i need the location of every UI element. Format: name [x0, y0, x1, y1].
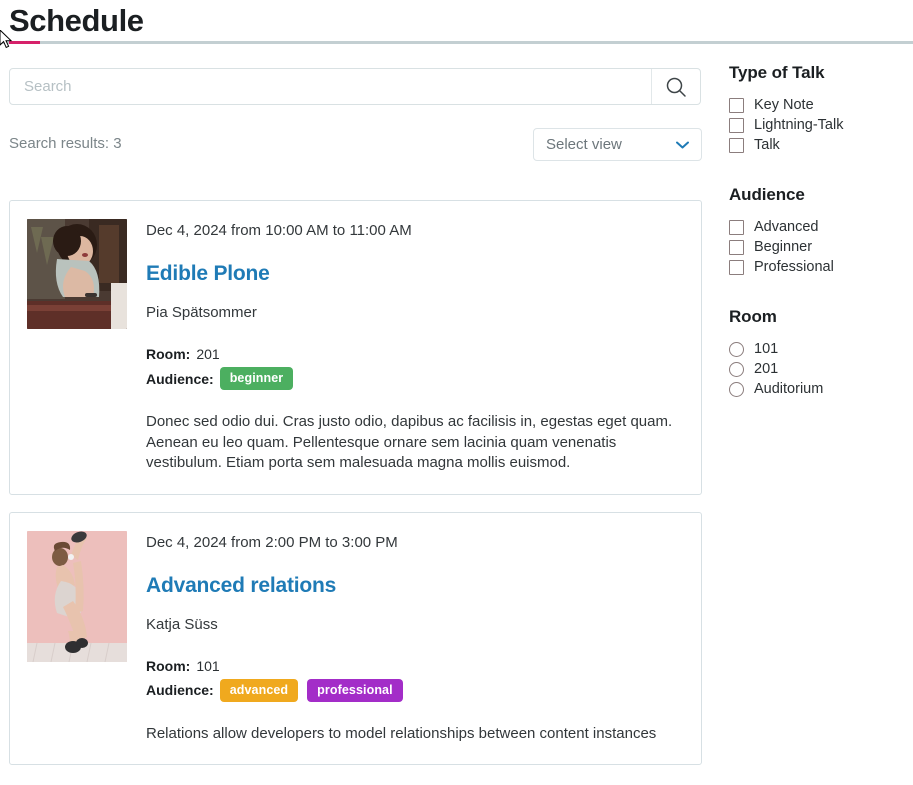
checkbox-icon[interactable] [729, 239, 744, 255]
audience-badge: professional [307, 678, 403, 702]
schedule-page: Schedule Search results: 3 Select view [0, 0, 913, 785]
filter-option-talk[interactable]: Talk [729, 135, 905, 155]
filter-heading: Audience [729, 185, 805, 204]
filter-group-room: Room 101 201 Auditorium [729, 306, 905, 399]
talk-speaker: Pia Spätsommer [146, 304, 257, 321]
dancer-image [27, 530, 127, 662]
search-bar[interactable] [9, 68, 701, 105]
search-button[interactable] [651, 69, 700, 104]
filter-option-beginner[interactable]: Beginner [729, 237, 905, 257]
audience-badge: beginner [219, 367, 294, 390]
header-divider [0, 41, 913, 44]
filter-option-advanced[interactable]: Advanced [729, 217, 905, 237]
radio-icon[interactable] [729, 341, 744, 357]
filter-option-room-201[interactable]: 201 [729, 359, 905, 379]
filter-option-label: Advanced [754, 219, 819, 235]
filter-option-label: Lightning-Talk [754, 117, 844, 133]
select-view-label: Select view [546, 136, 622, 153]
talk-details: Dec 4, 2024 from 10:00 AM to 11:00 AM Ed… [146, 219, 684, 474]
room-label: Room: [146, 346, 191, 362]
filter-option-lightning-talk[interactable]: Lightning-Talk [729, 115, 905, 135]
talk-room-line: Room: 201 [146, 343, 684, 365]
talk-card[interactable]: Dec 4, 2024 from 2:00 PM to 3:00 PM Adva… [9, 511, 702, 765]
select-view-dropdown[interactable]: Select view [533, 128, 702, 161]
radio-icon[interactable] [729, 361, 744, 377]
audience-badges: advanced professional [219, 678, 403, 702]
filter-group-type-of-talk: Type of Talk Key Note Lightning-Talk Tal… [729, 62, 905, 155]
filter-option-label: Key Note [754, 97, 814, 113]
room-value: 101 [196, 657, 220, 674]
talk-room-line: Room: 101 [146, 655, 684, 677]
filter-option-label: Beginner [754, 239, 813, 255]
filter-option-room-auditorium[interactable]: Auditorium [729, 379, 905, 399]
talk-thumbnail[interactable] [27, 219, 127, 329]
filter-option-label: Professional [754, 259, 834, 275]
filter-heading: Room [729, 307, 777, 326]
talk-description: Donec sed odio dui. Cras justo odio, dap… [146, 413, 673, 471]
portrait-image [27, 219, 127, 329]
filter-option-label: Talk [754, 137, 780, 153]
search-icon [666, 77, 686, 97]
filter-option-label: 101 [754, 341, 779, 357]
talk-list: Dec 4, 2024 from 10:00 AM to 11:00 AM Ed… [9, 200, 702, 782]
checkbox-icon[interactable] [729, 117, 744, 133]
audience-label: Audience: [146, 682, 214, 698]
header-accent-bar [9, 41, 40, 44]
checkbox-icon[interactable] [729, 137, 744, 153]
talk-audience-line: Audience: beginner [146, 367, 684, 390]
audience-badge: advanced [219, 678, 299, 702]
filter-group-audience: Audience Advanced Beginner Professional [729, 184, 905, 277]
filter-option-room-101[interactable]: 101 [729, 339, 905, 359]
talk-thumbnail[interactable] [27, 530, 127, 662]
room-value: 201 [196, 346, 220, 362]
filter-heading: Type of Talk [729, 63, 825, 82]
talk-date: Dec 4, 2024 from 2:00 PM to 3:00 PM [146, 533, 398, 551]
filter-option-label: 201 [754, 361, 779, 377]
checkbox-icon[interactable] [729, 97, 744, 113]
talk-card[interactable]: Dec 4, 2024 from 10:00 AM to 11:00 AM Ed… [9, 200, 702, 495]
checkbox-icon[interactable] [729, 259, 744, 275]
talk-details: Dec 4, 2024 from 2:00 PM to 3:00 PM Adva… [146, 531, 684, 745]
checkbox-icon[interactable] [729, 219, 744, 235]
filter-sidebar: Type of Talk Key Note Lightning-Talk Tal… [729, 62, 905, 421]
talk-date: Dec 4, 2024 from 10:00 AM to 11:00 AM [146, 222, 412, 239]
search-results-count: Search results: 3 [9, 135, 122, 152]
filter-option-label: Auditorium [754, 381, 824, 397]
radio-icon[interactable] [729, 381, 744, 397]
audience-label: Audience: [146, 370, 214, 387]
talk-description: Relations allow developers to model rela… [146, 724, 657, 742]
talk-title-link[interactable]: Edible Plone [146, 261, 270, 287]
filter-option-key-note[interactable]: Key Note [729, 95, 905, 115]
audience-badges: beginner [219, 367, 294, 390]
room-label: Room: [146, 657, 191, 674]
talk-speaker: Katja Süss [146, 615, 218, 633]
filter-option-professional[interactable]: Professional [729, 257, 905, 277]
talk-title-link[interactable]: Advanced relations [146, 573, 336, 599]
page-title: Schedule [9, 3, 144, 38]
search-input[interactable] [10, 69, 651, 104]
chevron-down-icon [676, 141, 689, 148]
talk-audience-line: Audience: advanced professional [146, 678, 684, 702]
